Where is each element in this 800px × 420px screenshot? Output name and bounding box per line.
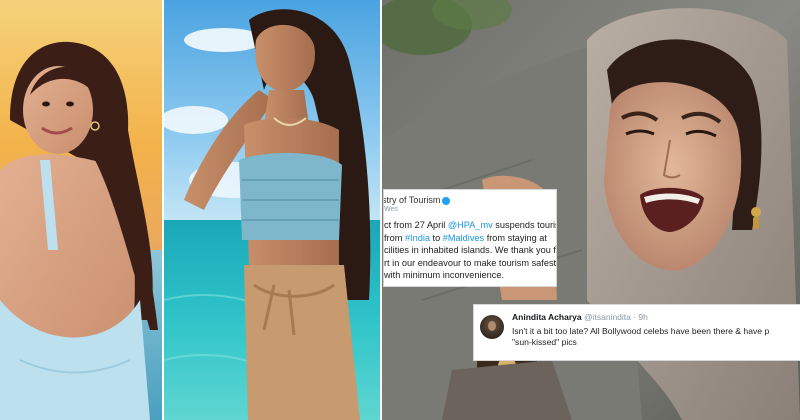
tweet-line: from #India to #Maldives from staying at xyxy=(384,232,547,243)
photo-left-sunset xyxy=(0,0,162,420)
tweet-line: ct from 27 April @HPA_mv suspends touris… xyxy=(384,220,556,230)
hashtag-link[interactable]: #India xyxy=(405,233,430,243)
tweet-line: with minimum inconvenience. xyxy=(384,270,504,280)
mention-link[interactable]: @HPA_mv xyxy=(448,220,493,230)
hashtag-link[interactable]: #Maldives xyxy=(443,233,484,243)
tweet-header: stry of Tourism xyxy=(384,195,550,205)
tweet-line: cilities in inhabited islands. We thank … xyxy=(384,245,556,255)
photo-middle-beach xyxy=(164,0,380,420)
photo-left-illustration xyxy=(0,0,162,420)
tweet-card-reply: Anindita Acharya @itsanindita · 9h Isn't… xyxy=(474,305,800,360)
tweet-card-ministry: stry of Tourism Wes ct from 27 April @HP… xyxy=(384,190,556,286)
tweet-handle: @itsanindita · 9h xyxy=(583,312,648,322)
verified-badge-icon xyxy=(442,196,451,205)
tweet-meta: Anindita Acharya @itsanindita · 9h xyxy=(512,312,648,322)
tweet-body: Isn't it a bit too late? All Bollywood c… xyxy=(512,326,769,348)
tweet-handle: Wes xyxy=(384,206,398,213)
tweet-line: rt in our endeavour to make tourism safe… xyxy=(384,257,556,268)
avatar[interactable] xyxy=(480,315,504,339)
tweet-line: "sun-kissed" pics xyxy=(512,337,577,347)
tweet-author[interactable]: Anindita Acharya xyxy=(512,312,582,322)
tweet-author: stry of Tourism xyxy=(384,195,441,205)
photo-middle-illustration xyxy=(164,0,380,420)
tweet-body: ct from 27 April @HPA_mv suspends touris… xyxy=(384,219,556,282)
tweet-line: Isn't it a bit too late? All Bollywood c… xyxy=(512,326,770,336)
